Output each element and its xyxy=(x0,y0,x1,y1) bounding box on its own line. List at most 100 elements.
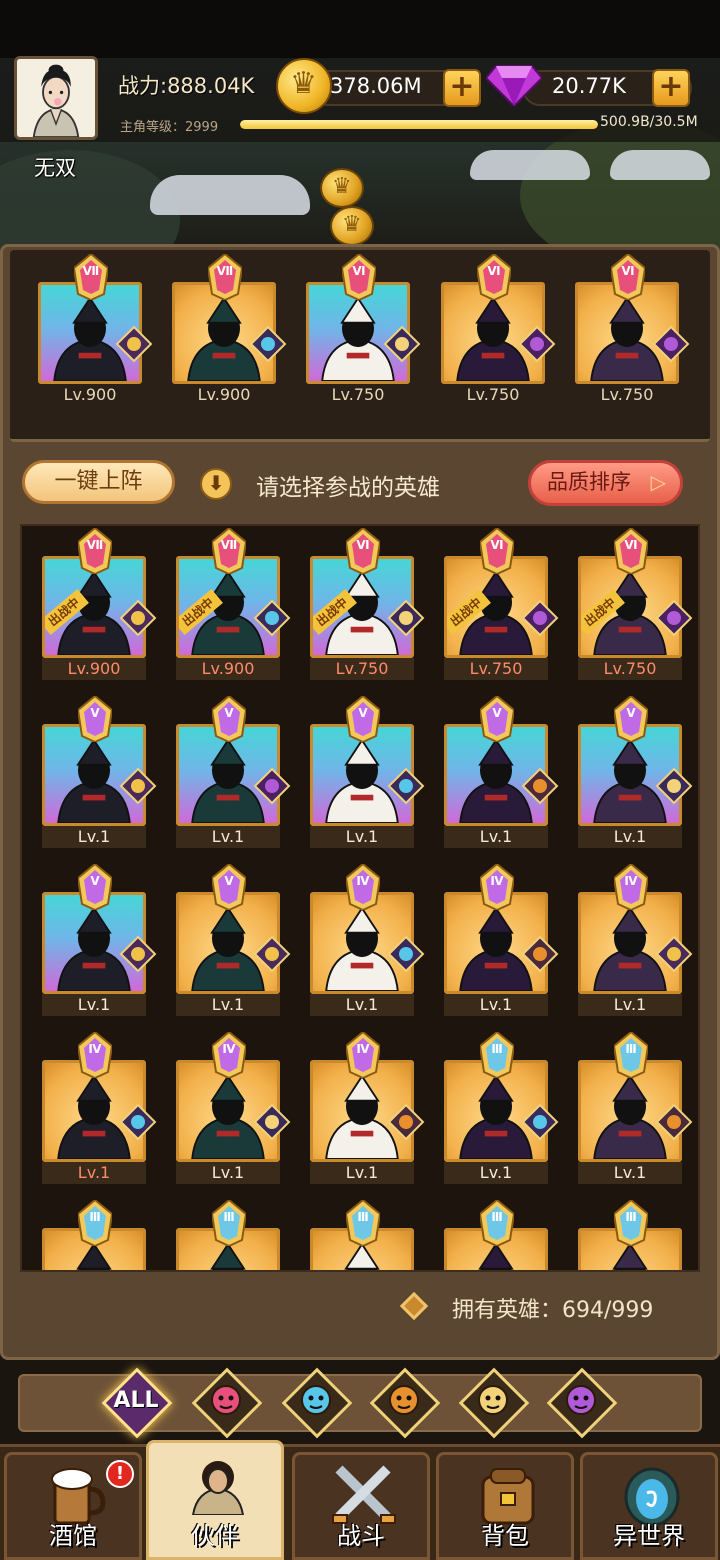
rank-numeral: Ⅴ xyxy=(90,706,100,720)
list-hero-card[interactable]: 出战中 Ⅵ Lv.750 xyxy=(444,526,559,680)
demon-faction-icon xyxy=(520,598,560,638)
rank-numeral: Ⅵ xyxy=(487,264,501,278)
list-hero-card[interactable]: Ⅲ xyxy=(42,1198,146,1270)
crown-faction-icon xyxy=(654,934,694,974)
quality-rank-badge-icon: Ⅵ xyxy=(478,526,516,576)
list-hero-card[interactable]: 出战中 Ⅶ Lv.900 xyxy=(176,526,291,680)
list-hero-card[interactable]: Ⅲ Lv.1 xyxy=(444,1030,559,1184)
beast-faction-icon xyxy=(520,766,560,806)
rank-numeral: Ⅲ xyxy=(625,1210,637,1224)
quality-rank-badge-icon: Ⅴ xyxy=(210,862,248,912)
hero-level: Lv.1 xyxy=(578,1162,682,1184)
nav-battle[interactable]: 战斗 xyxy=(292,1452,430,1560)
gem-icon xyxy=(484,62,544,108)
hero-level: Lv.900 xyxy=(197,385,251,404)
hero-list[interactable]: 出战中 Ⅶ Lv.900 出战中 Ⅶ Lv.900 出战中 Ⅵ Lv.750 出… xyxy=(20,524,700,1272)
quality-rank-badge-icon: Ⅴ xyxy=(344,694,382,744)
filter-label: ALL xyxy=(113,1388,159,1413)
list-hero-card[interactable]: Ⅴ Lv.1 xyxy=(176,694,291,848)
quality-rank-badge-icon: Ⅳ xyxy=(478,862,516,912)
one-key-deploy-button[interactable]: 一键上阵 xyxy=(22,460,175,504)
nav-backpack[interactable]: 背包 xyxy=(436,1452,574,1560)
team-hero-card[interactable]: Ⅵ Lv.750 xyxy=(306,252,421,404)
demon-faction-icon xyxy=(252,766,292,806)
add-gems-button[interactable]: + xyxy=(652,69,690,107)
list-hero-card[interactable]: Ⅴ Lv.1 xyxy=(42,694,157,848)
quality-rank-badge-icon: Ⅲ xyxy=(76,1198,114,1248)
filter-water-faction-button[interactable] xyxy=(280,1366,353,1439)
filter-all-button[interactable]: ALL xyxy=(100,1366,173,1439)
list-hero-card[interactable]: Ⅳ Lv.1 xyxy=(310,1030,425,1184)
list-hero-card[interactable]: Ⅴ Lv.1 xyxy=(578,694,693,848)
quality-rank-badge-icon: Ⅲ xyxy=(344,1198,382,1248)
hero-level: Lv.750 xyxy=(600,385,654,404)
player-avatar[interactable] xyxy=(14,56,98,140)
nav-partners[interactable]: 伙伴 xyxy=(146,1440,284,1560)
list-hero-card[interactable]: Ⅳ Lv.1 xyxy=(42,1030,157,1184)
rank-numeral: Ⅴ xyxy=(358,706,368,720)
quality-rank-badge-icon: Ⅲ xyxy=(478,1030,516,1080)
elf-faction-icon xyxy=(654,766,694,806)
water-faction-icon xyxy=(520,1102,560,1142)
crown-faction-icon xyxy=(252,934,292,974)
list-hero-card[interactable]: Ⅴ Lv.1 xyxy=(42,862,157,1016)
list-hero-card[interactable]: Ⅴ Lv.1 xyxy=(176,862,291,1016)
list-hero-card[interactable]: Ⅲ xyxy=(578,1198,682,1270)
list-hero-card[interactable]: Ⅲ Lv.1 xyxy=(578,1030,693,1184)
list-hero-card[interactable]: Ⅲ xyxy=(310,1198,414,1270)
rank-numeral: Ⅵ xyxy=(624,538,638,552)
quality-rank-badge-icon: Ⅶ xyxy=(210,526,248,576)
hero-level: Lv.1 xyxy=(310,826,414,848)
list-hero-card[interactable]: Ⅲ xyxy=(176,1198,280,1270)
beast-faction-icon xyxy=(520,934,560,974)
demon-faction-icon xyxy=(563,1382,599,1418)
info-arrow-icon[interactable]: ⬇ xyxy=(200,468,232,500)
filter-elf-faction-button[interactable] xyxy=(457,1366,530,1439)
quality-sort-button[interactable]: 品质排序 ▷ xyxy=(528,460,683,506)
list-hero-card[interactable]: Ⅳ Lv.1 xyxy=(176,1030,291,1184)
list-hero-card[interactable]: Ⅲ xyxy=(444,1198,548,1270)
play-arrow-icon: ▷ xyxy=(650,470,666,494)
hero-level: Lv.750 xyxy=(444,658,548,680)
rank-numeral: Ⅳ xyxy=(222,1042,236,1056)
exp-progress-fill xyxy=(240,120,598,129)
add-gold-button[interactable]: + xyxy=(443,69,481,107)
team-hero-card[interactable]: Ⅵ Lv.750 xyxy=(575,252,690,404)
filter-crown-faction-button[interactable] xyxy=(190,1366,263,1439)
rank-numeral: Ⅳ xyxy=(88,1042,102,1056)
team-hero-card[interactable]: Ⅵ Lv.750 xyxy=(441,252,556,404)
list-hero-card[interactable]: Ⅴ Lv.1 xyxy=(310,694,425,848)
hero-level: Lv.900 xyxy=(63,385,117,404)
hero-level: Lv.750 xyxy=(310,658,414,680)
demon-faction-icon xyxy=(517,324,557,364)
list-hero-card[interactable]: Ⅳ Lv.1 xyxy=(444,862,559,1016)
team-hero-card[interactable]: Ⅶ Lv.900 xyxy=(172,252,287,404)
rank-numeral: Ⅳ xyxy=(356,1042,370,1056)
water-faction-icon xyxy=(298,1382,334,1418)
water-faction-icon xyxy=(252,598,292,638)
list-hero-card[interactable]: Ⅳ Lv.1 xyxy=(578,862,693,1016)
filter-demon-faction-button[interactable] xyxy=(545,1366,618,1439)
list-hero-card[interactable]: 出战中 Ⅵ Lv.750 xyxy=(310,526,425,680)
elf-faction-icon xyxy=(475,1382,511,1418)
rank-numeral: Ⅲ xyxy=(357,1210,369,1224)
rank-numeral: Ⅶ xyxy=(82,264,100,278)
list-hero-card[interactable]: 出战中 Ⅶ Lv.900 xyxy=(42,526,157,680)
team-hero-card[interactable]: Ⅶ Lv.900 xyxy=(38,252,153,404)
rank-numeral: Ⅴ xyxy=(224,874,234,888)
rank-numeral: Ⅳ xyxy=(356,874,370,888)
list-hero-card[interactable]: Ⅴ Lv.1 xyxy=(444,694,559,848)
combat-power: 战力:888.04K xyxy=(118,74,255,98)
notification-badge: ! xyxy=(106,1460,134,1488)
nav-label: 伙伴 xyxy=(191,1522,239,1550)
rank-numeral: Ⅴ xyxy=(90,874,100,888)
nav-label: 背包 xyxy=(481,1522,529,1550)
filter-beast-faction-button[interactable] xyxy=(368,1366,441,1439)
list-hero-card[interactable]: Ⅳ Lv.1 xyxy=(310,862,425,1016)
rank-numeral: Ⅲ xyxy=(89,1210,101,1224)
nav-other-world[interactable]: 异世界 xyxy=(580,1452,718,1560)
list-hero-card[interactable]: 出战中 Ⅵ Lv.750 xyxy=(578,526,693,680)
quality-rank-badge-icon: Ⅴ xyxy=(478,694,516,744)
quality-rank-badge-icon: Ⅴ xyxy=(210,694,248,744)
hero-level: Lv.1 xyxy=(310,994,414,1016)
